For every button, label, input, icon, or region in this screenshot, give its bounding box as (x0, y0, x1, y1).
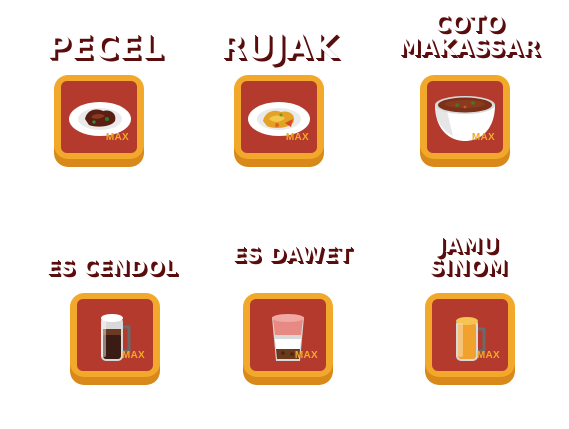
item-tile-rujak[interactable]: MAX (234, 75, 324, 167)
max-badge: MAX (121, 350, 145, 361)
tile-inner: MAX (250, 299, 326, 371)
tile-inner: MAX (241, 81, 317, 153)
tile-inner: MAX (427, 81, 503, 153)
item-tile-pecel[interactable]: MAX (54, 75, 144, 167)
max-badge: MAX (105, 132, 129, 143)
max-badge: MAX (476, 350, 500, 361)
title-es-dawet: ES DAWET (232, 242, 352, 266)
tile-inner: MAX (61, 81, 137, 153)
title-jamu-sinom: JAMU SINOM (429, 233, 507, 279)
title-rujak: RUJAK (220, 27, 339, 66)
tile-inner: MAX (432, 299, 508, 371)
max-badge: MAX (285, 132, 309, 143)
item-tile-coto-makassar[interactable]: MAX (420, 75, 510, 167)
tile-inner: MAX (77, 299, 153, 371)
title-coto-makassar: COTO MAKASSAR (398, 12, 540, 61)
max-badge: MAX (294, 350, 318, 361)
title-es-cendol: ES CENDOL (46, 255, 177, 279)
item-tile-es-cendol[interactable]: MAX (70, 293, 160, 385)
item-tile-es-dawet[interactable]: MAX (243, 293, 333, 385)
title-pecel: PECEL (46, 27, 164, 66)
max-badge: MAX (471, 132, 495, 143)
item-tile-jamu-sinom[interactable]: MAX (425, 293, 515, 385)
